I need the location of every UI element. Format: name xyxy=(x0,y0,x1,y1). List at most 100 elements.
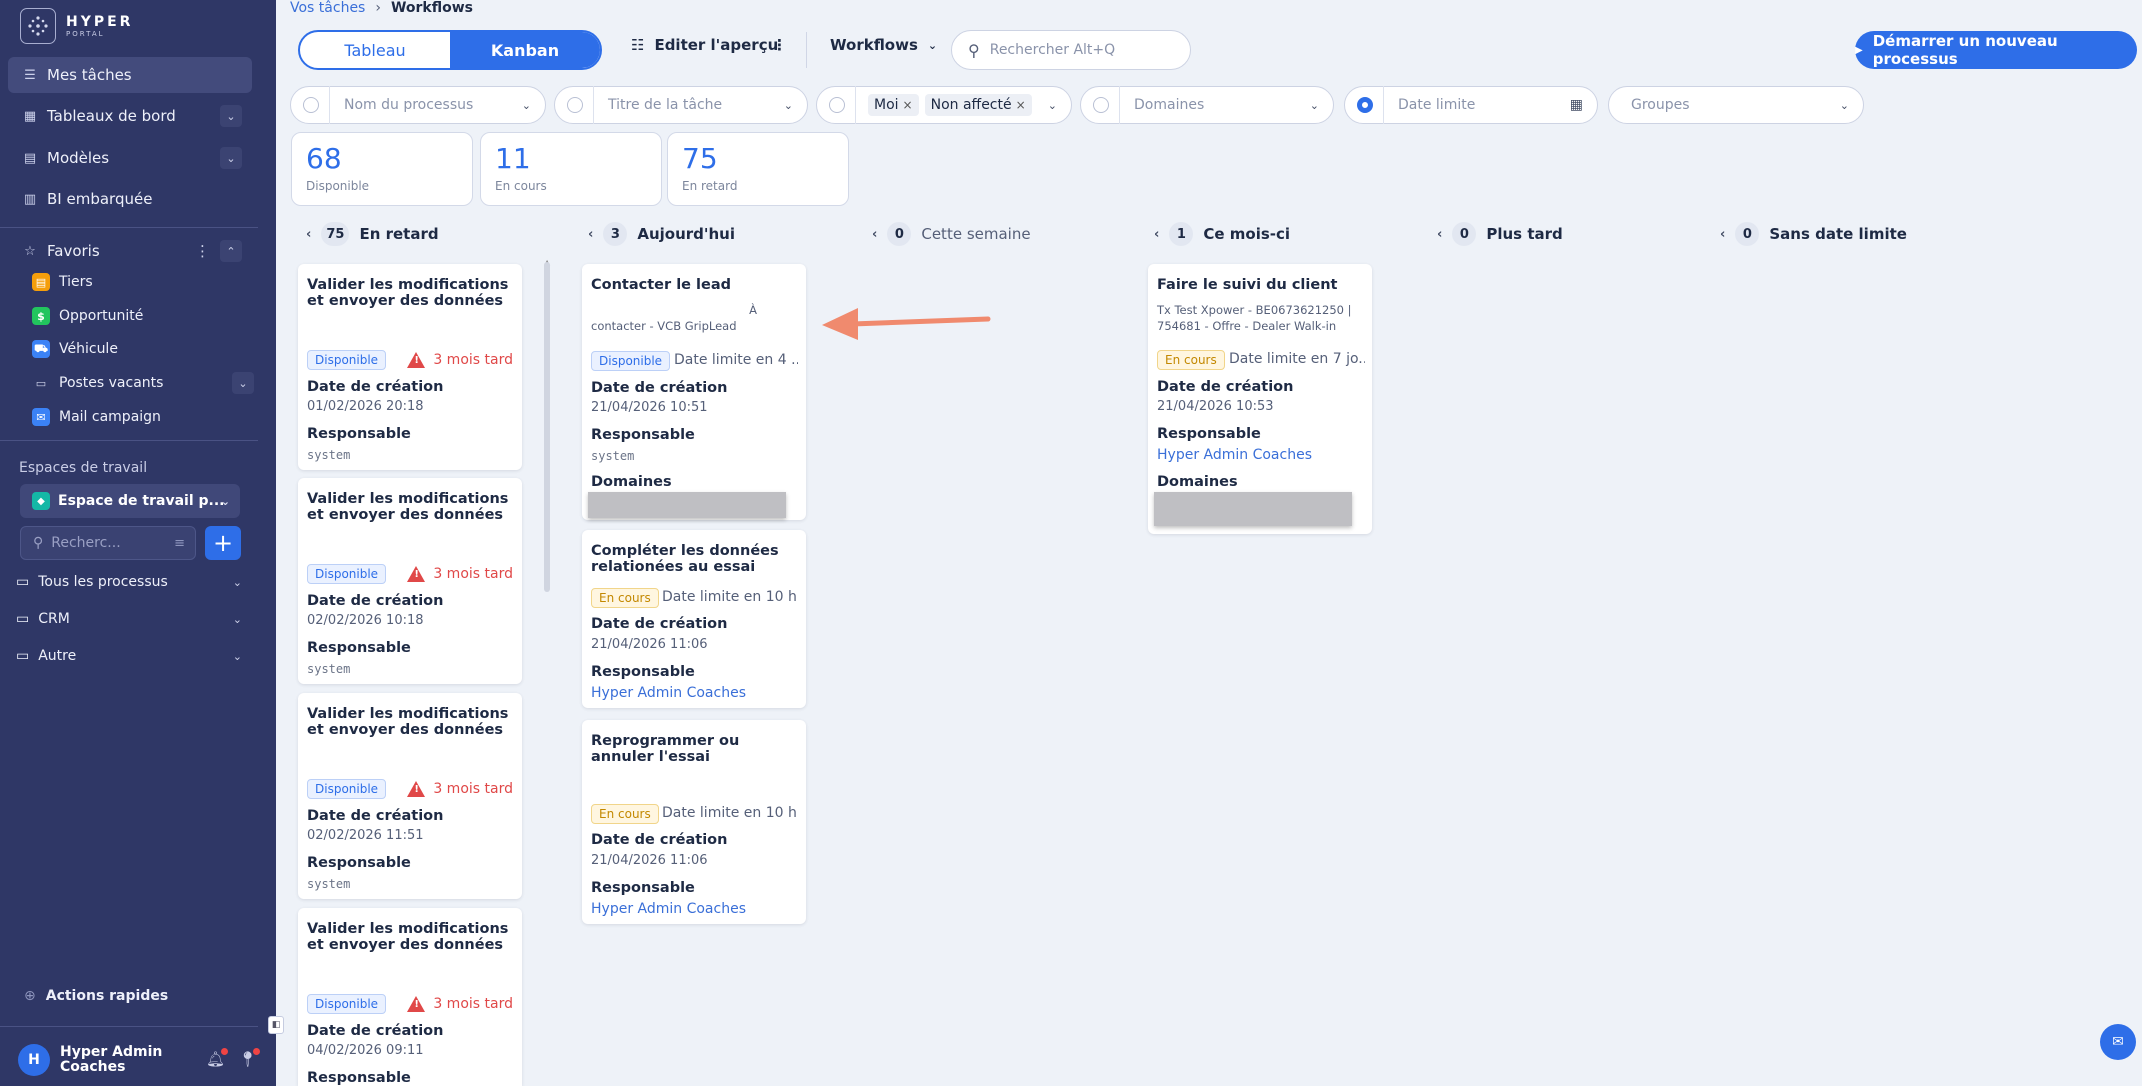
chevron-down-icon[interactable]: ⌄ xyxy=(220,105,242,127)
favorite-tiers[interactable]: ▤ Tiers xyxy=(32,267,254,297)
owner-value: system xyxy=(307,877,351,891)
nav-modeles[interactable]: ▤ Modèles ⌄ xyxy=(8,140,252,176)
favorites-header[interactable]: ☆ Favoris ⋮ ⌃ xyxy=(8,233,252,269)
search-placeholder: Recherc... xyxy=(51,535,121,551)
created-value: 04/02/2026 09:11 xyxy=(307,1043,424,1058)
search-input[interactable]: ⚲ Rechercher Alt+Q xyxy=(951,30,1191,70)
breadcrumb-current: Workflows xyxy=(390,0,474,16)
filter-icon[interactable]: ≡ xyxy=(174,536,185,551)
filter-toggle[interactable] xyxy=(829,97,845,113)
nav-tableaux-de-bord[interactable]: ▦ Tableaux de bord ⌄ xyxy=(8,98,252,134)
more-options-icon[interactable]: ⋮ xyxy=(772,36,787,54)
column-sans-date-limite[interactable]: ‹ 0 Sans date limite xyxy=(1720,222,1907,246)
filter-toggle[interactable] xyxy=(303,97,319,113)
owner-link[interactable]: Hyper Admin Coaches xyxy=(591,685,746,701)
chevron-down-icon[interactable]: ⌄ xyxy=(220,147,242,169)
filter-process-name[interactable]: Nom du processus ⌄ xyxy=(290,86,546,124)
warning-icon: ! xyxy=(407,352,426,368)
logo[interactable]: HYPER PORTAL xyxy=(20,8,133,44)
column-en-retard[interactable]: ‹ 75 En retard xyxy=(306,222,439,246)
more-icon[interactable]: ⋮ xyxy=(195,242,210,260)
stat-label: En cours xyxy=(495,179,547,193)
task-card[interactable]: Reprogrammer ou annuler l'essai En cours… xyxy=(582,720,806,924)
stat-disponible[interactable]: 68 Disponible xyxy=(291,132,473,206)
filter-assignee[interactable]: Moi × Non affecté × ⌄ xyxy=(816,86,1072,124)
view-table-button[interactable]: Tableau xyxy=(300,32,450,68)
close-icon[interactable]: × xyxy=(1016,98,1026,112)
warning-icon: ! xyxy=(407,566,426,582)
filter-domains[interactable]: Domaines ⌄ xyxy=(1080,86,1334,124)
chevron-left-icon[interactable]: ‹ xyxy=(1437,227,1442,242)
chip-non-affecte[interactable]: Non affecté × xyxy=(924,94,1032,116)
calendar-icon[interactable]: ▦ xyxy=(1570,97,1583,113)
column-aujourdhui[interactable]: ‹ 3 Aujourd'hui xyxy=(588,222,735,246)
play-icon: ▶ xyxy=(1855,44,1863,56)
chevron-down-icon[interactable]: ⌄ xyxy=(232,372,254,394)
status-badge: En cours xyxy=(591,804,659,824)
late-indicator: ! 3 mois tard xyxy=(407,566,513,582)
filter-toggle[interactable] xyxy=(1093,97,1109,113)
tree-autre[interactable]: ▭ Autre ⌄ xyxy=(16,642,242,670)
pin-icon[interactable]: 📍︎ xyxy=(238,1048,261,1068)
chevron-down-icon[interactable]: ⌄ xyxy=(233,576,242,589)
scrollbar[interactable] xyxy=(544,262,550,592)
created-label: Date de création xyxy=(307,1023,444,1039)
chip-moi[interactable]: Moi × xyxy=(868,94,919,116)
nav-bi-embarquee[interactable]: ▥ BI embarquée xyxy=(8,181,252,217)
tree-tous-les-processus[interactable]: ▭ Tous les processus ⌄ xyxy=(16,568,242,596)
stat-en-cours[interactable]: 11 En cours xyxy=(480,132,662,206)
quick-actions[interactable]: ⊕ Actions rapides xyxy=(24,988,168,1004)
filter-task-title[interactable]: Titre de la tâche ⌄ xyxy=(554,86,808,124)
task-card[interactable]: Valider les modifications et envoyer des… xyxy=(298,693,522,899)
task-card[interactable]: Valider les modifications et envoyer des… xyxy=(298,908,522,1086)
bell-icon[interactable]: 🔔︎ xyxy=(206,1048,229,1068)
chevron-down-icon[interactable]: ⌄ xyxy=(233,650,242,663)
view-kanban-button[interactable]: Kanban xyxy=(450,32,600,68)
task-card[interactable]: Compléter les données relationées au ess… xyxy=(582,530,806,708)
filter-toggle[interactable] xyxy=(567,97,583,113)
favorite-mail-campaign[interactable]: ✉ Mail campaign xyxy=(32,402,254,432)
nav-mes-taches[interactable]: ☰ Mes tâches xyxy=(8,57,252,93)
task-card[interactable]: Faire le suivi du client Tx Test Xpower … xyxy=(1148,264,1372,534)
chevron-left-icon[interactable]: ‹ xyxy=(1154,227,1159,242)
chip-label: Non affecté xyxy=(930,97,1012,113)
workflows-dropdown[interactable]: Workflows ⌄ xyxy=(830,36,937,54)
chevron-left-icon[interactable]: ‹ xyxy=(872,227,877,242)
chevron-down-icon[interactable]: ⌄ xyxy=(233,613,242,626)
sidebar-collapse-icon[interactable]: ◧ xyxy=(268,1016,284,1034)
task-card[interactable]: Valider les modifications et envoyer des… xyxy=(298,478,522,684)
favorite-postes-vacants[interactable]: ▭ Postes vacants ⌄ xyxy=(32,368,254,398)
task-card[interactable]: Valider les modifications et envoyer des… xyxy=(298,264,522,470)
chevron-left-icon[interactable]: ‹ xyxy=(588,227,593,242)
chevron-up-icon[interactable]: ⌃ xyxy=(220,240,242,262)
stat-value: 75 xyxy=(682,142,718,175)
column-ce-mois-ci[interactable]: ‹ 1 Ce mois-ci xyxy=(1154,222,1290,246)
chat-help-icon[interactable]: ✉ xyxy=(2100,1024,2136,1060)
breadcrumb-parent[interactable]: Vos tâches xyxy=(290,0,365,16)
favorite-opportunite[interactable]: $ Opportunité xyxy=(32,301,254,331)
favorite-vehicule[interactable]: ⛟ Véhicule xyxy=(32,334,254,364)
stat-en-retard[interactable]: 75 En retard xyxy=(667,132,849,206)
filter-due-date[interactable]: Date limite ▦ xyxy=(1344,86,1598,124)
workspace-select[interactable]: ◆ Espace de travail p... ⌄ xyxy=(20,484,240,518)
created-value: 21/04/2026 10:53 xyxy=(1157,399,1274,414)
sidebar-search-input[interactable]: ⚲ Recherc... ≡ xyxy=(20,526,196,560)
chevron-left-icon[interactable]: ‹ xyxy=(306,227,311,242)
close-icon[interactable]: × xyxy=(903,98,913,112)
user-profile[interactable]: H Hyper Admin Coaches xyxy=(18,1044,170,1076)
tree-crm[interactable]: ▭ CRM ⌄ xyxy=(16,605,242,633)
edit-preview-button[interactable]: ☷ Editer l'aperçu xyxy=(631,36,778,54)
start-process-button[interactable]: ▶ Démarrer un nouveau processus xyxy=(1855,31,2137,69)
owner-link[interactable]: Hyper Admin Coaches xyxy=(1157,447,1312,463)
add-workspace-button[interactable]: + xyxy=(205,526,241,560)
task-card[interactable]: Contacter le lead À contacter - VCB Grip… xyxy=(582,264,806,520)
column-cette-semaine[interactable]: ‹ 0 Cette semaine xyxy=(872,222,1031,246)
filter-groups[interactable]: Groupes ⌄ xyxy=(1608,86,1864,124)
logo-title: HYPER xyxy=(66,13,134,30)
owner-link[interactable]: Hyper Admin Coaches xyxy=(591,901,746,917)
column-plus-tard[interactable]: ‹ 0 Plus tard xyxy=(1437,222,1563,246)
chevron-left-icon[interactable]: ‹ xyxy=(1720,227,1725,242)
nav-label: Modèles xyxy=(47,149,110,167)
filter-toggle[interactable] xyxy=(1357,97,1373,113)
status-badge: Disponible xyxy=(591,351,671,371)
